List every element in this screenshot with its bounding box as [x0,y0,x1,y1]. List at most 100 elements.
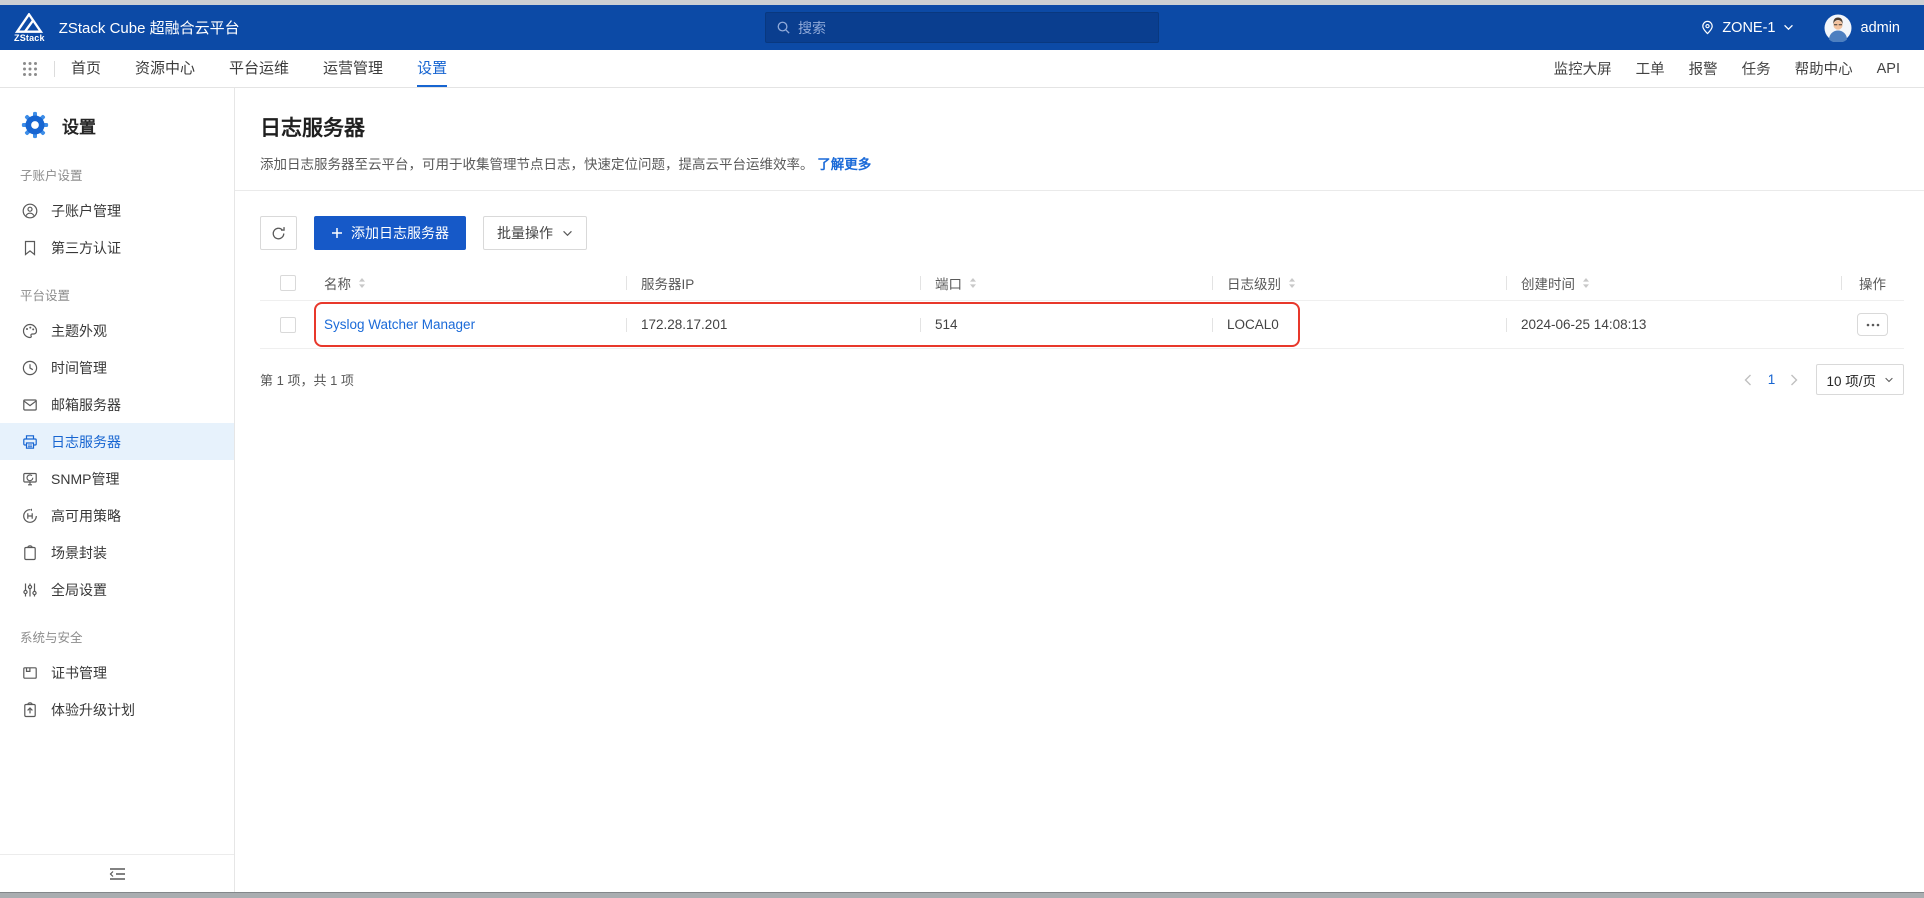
sidebar-item-snmp[interactable]: SNMP管理 [0,460,234,497]
sidebar-item-label: 全局设置 [51,581,107,598]
created-at-value: 2024-06-25 14:08:13 [1521,317,1647,332]
column-header-name[interactable]: 名称 [316,273,626,293]
main-tabs: 首页 资源中心 平台运维 运营管理 设置 [71,50,448,87]
sliders-icon [23,583,37,596]
sort-icon[interactable] [969,277,977,289]
learn-more-link[interactable]: 了解更多 [817,157,871,172]
sidebar-item-theme[interactable]: 主题外观 [0,312,234,349]
sidebar-item-third-party-auth[interactable]: 第三方认证 [0,229,234,266]
sort-icon[interactable] [1582,277,1590,289]
row-more-actions-button[interactable] [1857,313,1888,336]
tab-home[interactable]: 首页 [71,50,101,87]
sidebar-item-label: 日志服务器 [51,433,121,450]
location-pin-icon [1702,20,1714,35]
column-label: 服务器IP [641,277,695,292]
section-platform-settings: 平台设置 [20,289,71,303]
certificate-icon [23,666,37,679]
user-icon [22,203,38,218]
sidebar-item-label: 体验升级计划 [51,701,135,718]
section-system-security: 系统与安全 [20,631,83,645]
log-server-name-link[interactable]: Syslog Watcher Manager [324,317,475,332]
column-label: 创建时间 [1521,277,1575,292]
server-ip-value: 172.28.17.201 [641,317,728,332]
column-header-server-ip[interactable]: 服务器IP [626,273,920,293]
tab-settings[interactable]: 设置 [417,50,448,87]
app-title: ZStack Cube 超融合云平台 [58,20,240,37]
batch-operation-button[interactable]: 批量操作 [483,216,587,250]
search-icon [777,21,790,34]
log-server-icon [23,434,37,449]
chevron-right-icon [1791,374,1798,385]
column-header-log-level[interactable]: 日志级别 [1212,273,1506,293]
column-header-port[interactable]: 端口 [920,273,1212,293]
sidebar-header: 设置 [0,104,234,146]
sidebar-item-log-server[interactable]: 日志服务器 [0,423,234,460]
sidebar-item-label: 高可用策略 [51,507,121,524]
sidebar-item-global-settings[interactable]: 全局设置 [0,571,234,608]
sidebar-item-subaccount-mgmt[interactable]: 子账户管理 [0,192,234,229]
sidebar-item-scene-package[interactable]: 场景封装 [0,534,234,571]
column-label: 操作 [1859,277,1886,292]
sort-icon[interactable] [1288,277,1296,289]
chevron-down-icon [1885,377,1893,382]
column-label: 日志级别 [1227,277,1281,292]
plus-icon [332,228,342,238]
column-header-operations: 操作 [1841,273,1904,293]
add-log-server-label: 添加日志服务器 [351,225,449,241]
sidebar-item-label: 时间管理 [51,359,107,376]
page-number[interactable]: 1 [1764,372,1778,387]
add-log-server-button[interactable]: 添加日志服务器 [314,216,466,250]
monitor-icon [23,472,37,485]
page-description: 添加日志服务器至云平台，可用于收集管理节点日志，快速定位问题，提高云平台运维效率… [260,153,1904,173]
sidebar-item-label: 第三方认证 [51,239,121,256]
link-monitor-screen[interactable]: 监控大屏 [1554,58,1612,79]
tab-resource-center[interactable]: 资源中心 [135,50,195,87]
tab-operation-mgmt[interactable]: 运营管理 [323,50,383,87]
tab-platform-ops[interactable]: 平台运维 [229,50,289,87]
upgrade-plan-icon [24,701,36,717]
app-grid-button[interactable] [18,50,42,87]
sidebar-item-mail-server[interactable]: 邮箱服务器 [0,386,234,423]
sort-icon[interactable] [358,277,366,289]
column-label: 名称 [324,277,351,292]
page-title: 日志服务器 [260,117,365,140]
zone-selector[interactable]: ZONE-1 [1700,20,1793,36]
collapse-sidebar-button[interactable] [109,867,126,881]
refresh-icon [272,226,285,239]
sidebar-item-certificate-mgmt[interactable]: 证书管理 [0,654,234,691]
palette-icon [22,323,38,338]
row-checkbox[interactable] [280,316,296,333]
username: admin [1860,19,1901,36]
menu-fold-icon [109,867,125,880]
search-input[interactable] [798,19,1128,36]
topbar: ZStack ZStack Cube 超融合云平台 ZONE-1 [0,5,1924,50]
page-size-select[interactable]: 10 项/页 [1816,364,1904,395]
user-menu[interactable]: admin [1824,14,1901,42]
sidebar-item-label: 证书管理 [51,664,107,681]
zone-label: ZONE-1 [1722,19,1776,36]
window-bottom-strip [0,892,1924,898]
zstack-logo[interactable]: ZStack [14,12,45,43]
sidebar-item-upgrade-plan[interactable]: 体验升级计划 [0,691,234,728]
page-size-value: 10 项/页 [1826,373,1876,389]
sidebar-item-time-mgmt[interactable]: 时间管理 [0,349,234,386]
column-header-created-at[interactable]: 创建时间 [1506,273,1841,293]
next-page-button[interactable] [1788,372,1800,388]
link-task[interactable]: 任务 [1742,58,1771,79]
settings-gear-icon [21,111,49,139]
table-row[interactable]: Syslog Watcher Manager 172.28.17.201 514… [260,301,1904,349]
main-content: 日志服务器 添加日志服务器至云平台，可用于收集管理节点日志，快速定位问题，提高云… [235,88,1924,892]
global-search[interactable] [765,12,1159,43]
link-api[interactable]: API [1877,61,1900,77]
navbar: 首页 资源中心 平台运维 运营管理 设置 监控大屏 工单 报警 任务 帮助中心 … [0,50,1924,88]
link-ticket[interactable]: 工单 [1636,58,1665,79]
link-help-center[interactable]: 帮助中心 [1795,58,1853,79]
sidebar-item-ha-policy[interactable]: 高可用策略 [0,497,234,534]
select-all-checkbox[interactable] [280,275,296,291]
link-alarm[interactable]: 报警 [1689,58,1718,79]
prev-page-button[interactable] [1742,372,1754,388]
mail-icon [23,398,37,411]
refresh-button[interactable] [260,216,297,250]
batch-operation-label: 批量操作 [497,225,553,241]
zstack-logo-icon [15,12,44,33]
